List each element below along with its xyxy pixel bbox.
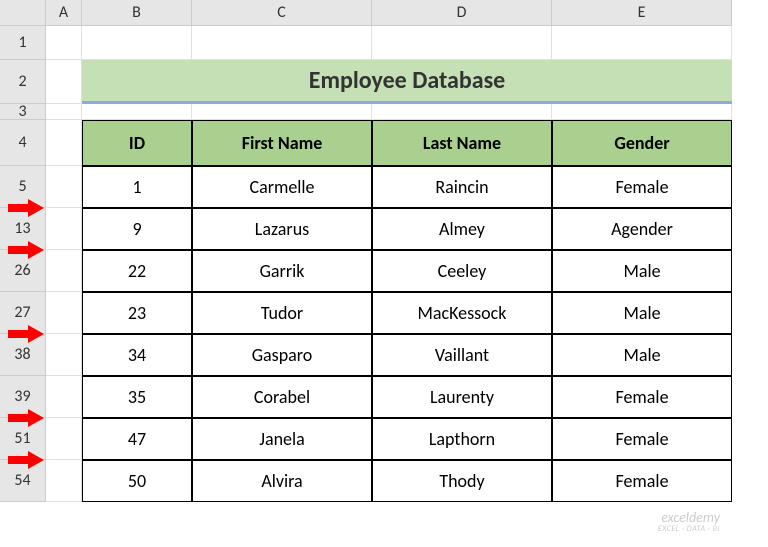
arrow-right-icon [8,409,44,427]
arrow-right-icon [8,451,44,469]
cell[interactable] [552,104,732,120]
table-cell[interactable]: Raincin [372,166,552,208]
cell[interactable] [82,104,192,120]
table-cell[interactable]: Male [552,334,732,376]
arrow-right-icon [8,199,44,217]
table-cell[interactable]: Lapthorn [372,418,552,460]
cell[interactable] [46,460,82,502]
table-cell[interactable]: 35 [82,376,192,418]
table-cell[interactable]: 47 [82,418,192,460]
table-cell[interactable]: Thody [372,460,552,502]
table-cell[interactable]: Alvira [192,460,372,502]
table-header-id: ID [82,120,192,166]
cell[interactable] [46,334,82,376]
watermark: exceldemy EXCEL · DATA · BI [658,511,720,533]
cell[interactable] [46,292,82,334]
cell[interactable] [552,26,732,60]
table-cell[interactable]: Carmelle [192,166,372,208]
table-cell[interactable]: Ceeley [372,250,552,292]
cell[interactable] [46,120,82,166]
table-cell[interactable]: 22 [82,250,192,292]
table-cell[interactable]: MacKessock [372,292,552,334]
cell[interactable] [46,208,82,250]
table-header-first-name: First Name [192,120,372,166]
table-cell[interactable]: Female [552,376,732,418]
cell[interactable] [372,26,552,60]
table-cell[interactable]: Male [552,292,732,334]
cell[interactable] [192,26,372,60]
table-cell[interactable]: Agender [552,208,732,250]
arrow-right-icon [8,241,44,259]
table-cell[interactable]: Female [552,460,732,502]
cell[interactable] [46,104,82,120]
table-cell[interactable]: 34 [82,334,192,376]
cell[interactable] [82,26,192,60]
row-header-2[interactable]: 2 [0,60,46,104]
table-cell[interactable]: Gasparo [192,334,372,376]
table-cell[interactable]: Lazarus [192,208,372,250]
cell[interactable] [46,26,82,60]
title-banner: Employee Database [82,60,732,104]
cell[interactable] [192,104,372,120]
cell[interactable] [46,418,82,460]
arrow-right-icon [8,325,44,343]
table-header-last-name: Last Name [372,120,552,166]
table-cell[interactable]: Janela [192,418,372,460]
table-cell[interactable]: 9 [82,208,192,250]
row-header-3[interactable]: 3 [0,104,46,120]
table-cell[interactable]: Vaillant [372,334,552,376]
select-all-corner[interactable] [0,0,46,26]
cell[interactable] [46,166,82,208]
row-header-1[interactable]: 1 [0,26,46,60]
col-header-D[interactable]: D [372,0,552,26]
col-header-B[interactable]: B [82,0,192,26]
table-cell[interactable]: Female [552,418,732,460]
table-cell[interactable]: Laurenty [372,376,552,418]
cell[interactable] [46,60,82,104]
watermark-sub: EXCEL · DATA · BI [658,525,720,533]
table-cell[interactable]: 23 [82,292,192,334]
table-cell[interactable]: Garrik [192,250,372,292]
table-cell[interactable]: Male [552,250,732,292]
table-header-gender: Gender [552,120,732,166]
cell[interactable] [46,250,82,292]
table-cell[interactable]: Tudor [192,292,372,334]
col-header-E[interactable]: E [552,0,732,26]
cell[interactable] [372,104,552,120]
table-cell[interactable]: Female [552,166,732,208]
table-cell[interactable]: 50 [82,460,192,502]
row-header-4[interactable]: 4 [0,120,46,166]
col-header-C[interactable]: C [192,0,372,26]
cell[interactable] [46,376,82,418]
table-cell[interactable]: Almey [372,208,552,250]
table-cell[interactable]: Corabel [192,376,372,418]
col-header-A[interactable]: A [46,0,82,26]
table-cell[interactable]: 1 [82,166,192,208]
